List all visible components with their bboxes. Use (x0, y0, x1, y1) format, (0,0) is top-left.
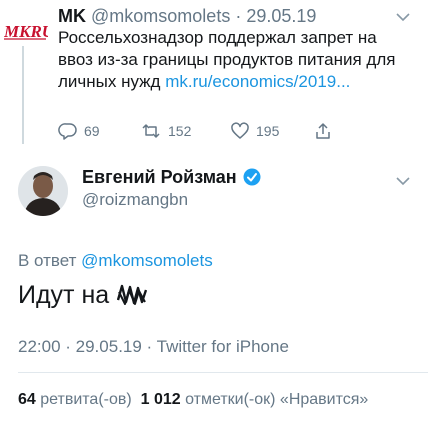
main-author-name[interactable]: Евгений Ройзман (82, 166, 237, 188)
parent-tweet-actions: 69 152 195 (58, 122, 403, 144)
reply-to-prefix: В ответ (18, 251, 82, 270)
retweet-count: 152 (168, 123, 192, 139)
heart-icon (231, 122, 249, 139)
divider (18, 372, 428, 373)
like-count: 195 (256, 123, 280, 139)
retweet-button[interactable]: 152 (140, 122, 191, 140)
parent-author-name[interactable]: MK (58, 6, 86, 26)
reply-button[interactable]: 69 (58, 122, 100, 140)
reply-count: 69 (84, 123, 100, 139)
chevron-down-icon[interactable] (396, 12, 410, 22)
parent-tweet-date[interactable]: 29.05.19 (246, 6, 316, 26)
parent-tweet-text: Россельхознадзор поддержал запрет на вво… (58, 27, 403, 93)
reply-to-handle[interactable]: @mkomsomolets (81, 251, 213, 270)
share-icon (316, 123, 330, 139)
censored-scribble (117, 284, 148, 305)
avatar[interactable] (18, 166, 68, 216)
parent-date-separator: · (230, 6, 247, 26)
main-tweet-body: Идут на (18, 281, 110, 309)
mk-logo-text: MKRU (4, 22, 48, 41)
chevron-down-icon[interactable] (396, 176, 410, 186)
main-tweet-text: Идут на (18, 280, 148, 310)
likes-label: отметки(-ок) «Нравится» (180, 391, 369, 408)
like-button[interactable]: 195 (230, 122, 279, 140)
thread-line (22, 46, 24, 144)
retweets-label: ретвита(-ов) (35, 391, 132, 408)
retweet-icon (142, 124, 160, 138)
retweets-stat[interactable]: 64 ретвита(-ов) (18, 391, 132, 408)
main-author-name-row: Евгений Ройзман (82, 166, 261, 188)
tweet-stats: 64 ретвита(-ов) 1 012 отметки(-ок) «Нрав… (18, 389, 368, 411)
tweet-meta[interactable]: 22:00 · 29.05.19 · Twitter for iPhone (18, 336, 289, 358)
retweets-count: 64 (18, 391, 36, 408)
parent-tweet-header: MK @mkomsomolets · 29.05.19 (58, 5, 316, 27)
parent-author-handle[interactable]: @mkomsomolets (91, 6, 230, 26)
likes-count: 1 012 (140, 391, 181, 408)
verified-badge-icon (243, 168, 261, 186)
share-button[interactable] (314, 122, 332, 140)
likes-stat[interactable]: 1 012 отметки(-ок) «Нравится» (141, 391, 369, 408)
reply-icon (58, 123, 77, 140)
reply-to-line: В ответ @mkomsomolets (18, 250, 213, 272)
parent-tweet-link[interactable]: mk.ru/economics/2019... (165, 72, 350, 91)
main-author-handle[interactable]: @roizmangbn (82, 189, 188, 211)
mk-logo[interactable]: MKRU (3, 20, 55, 42)
